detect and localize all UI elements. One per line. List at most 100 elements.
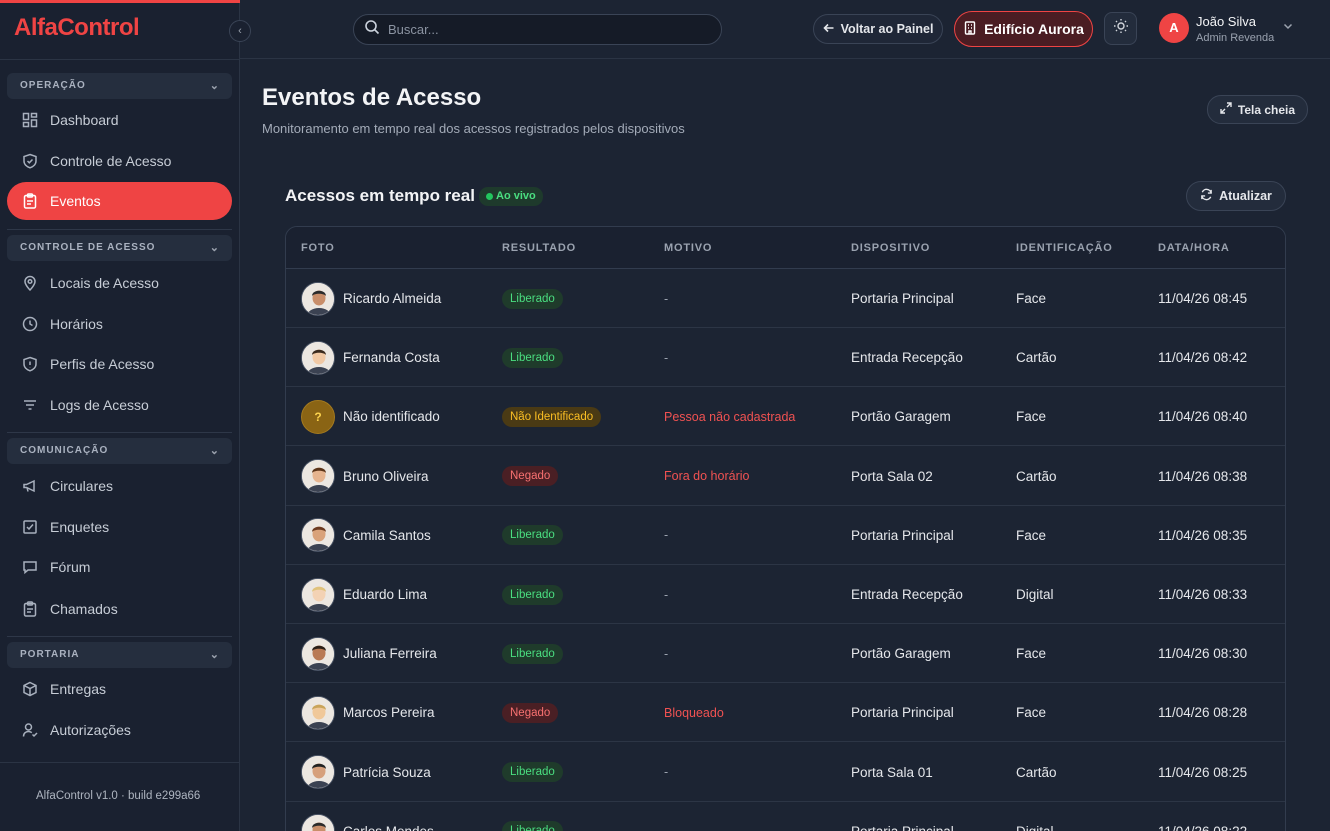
result-cell: Liberado xyxy=(502,565,563,624)
sidebar-item-label: Controle de Acesso xyxy=(50,153,172,169)
user-name[interactable]: João Silva xyxy=(1196,14,1256,29)
sidebar-item-entregas[interactable]: Entregas xyxy=(7,670,232,708)
datetime-cell: 11/04/26 08:45 xyxy=(1158,291,1248,306)
section-comunicacao[interactable]: COMUNICAÇÃO ⌄ xyxy=(7,438,232,464)
back-to-panel-button[interactable]: Voltar ao Painel xyxy=(813,14,943,44)
shield-icon xyxy=(21,152,39,170)
result-cell: Liberado xyxy=(502,802,563,831)
sidebar-item-locais-de-acesso[interactable]: Locais de Acesso xyxy=(7,264,232,302)
app-logo[interactable]: AlfaControl xyxy=(14,14,140,42)
events-table: FOTO RESULTADO MOTIVO DISPOSITIVO IDENTI… xyxy=(285,226,1286,831)
search-input[interactable] xyxy=(388,22,708,37)
person-photo xyxy=(301,695,335,730)
refresh-icon xyxy=(1200,188,1213,204)
sidebar-item-label: Eventos xyxy=(50,193,101,209)
chevron-down-icon: ⌄ xyxy=(209,649,220,661)
table-row[interactable]: Camila Santos Liberado - Portaria Principal… xyxy=(286,506,1285,565)
table-row[interactable]: Marcos Pereira Negado Bloqueado Portaria Pr… xyxy=(286,683,1285,743)
person-cell: Camila Santos xyxy=(301,506,431,565)
result-cell: Liberado xyxy=(502,506,563,565)
person-photo xyxy=(301,459,335,494)
sidebar-item-horarios[interactable]: Horários xyxy=(7,305,232,343)
device-cell: Portaria Principal xyxy=(851,291,954,306)
status-badge: Liberado xyxy=(502,525,563,546)
column-header[interactable]: FOTO xyxy=(301,242,335,254)
sidebar-item-label: Logs de Acesso xyxy=(50,397,149,413)
device-cell: Porta Sala 01 xyxy=(851,764,933,780)
table-row[interactable]: Fernanda Costa Liberado - Entrada Recepção C… xyxy=(286,328,1285,388)
reason-text: Bloqueado xyxy=(664,705,724,720)
identification-cell: Face xyxy=(1016,527,1047,543)
person-cell: Juliana Ferreira xyxy=(301,624,437,683)
table-row[interactable]: Juliana Ferreira Liberado - Portão Garagem F… xyxy=(286,624,1285,684)
building-selector-button[interactable]: Edifício Aurora xyxy=(954,11,1093,47)
sidebar-item-label: Horários xyxy=(50,316,103,332)
device-cell: Portaria Principal xyxy=(851,802,954,831)
sidebar-item-label: Entregas xyxy=(50,681,107,697)
reason-text: - xyxy=(664,528,669,543)
sidebar-item-controle-de-acesso[interactable]: Controle de Acesso xyxy=(7,142,232,180)
table-row[interactable]: Eduardo Lima Liberado - Entrada Recepção Dig… xyxy=(286,565,1285,624)
sidebar-item-logs-de-acesso[interactable]: Logs de Acesso xyxy=(7,386,232,424)
reason-text: Fora do horário xyxy=(664,469,750,484)
reason-cell: Fora do horário xyxy=(664,447,749,506)
result-cell: Liberado xyxy=(502,328,563,387)
section-title: COMUNICAÇÃO xyxy=(20,445,109,456)
status-badge: Liberado xyxy=(502,584,563,605)
column-header[interactable]: RESULTADO xyxy=(502,242,576,254)
chevron-down-icon: ⌄ xyxy=(209,80,220,92)
dashboard-icon xyxy=(21,111,39,129)
sidebar: AlfaControl OPERAÇÃO ⌄ Dashboard Controle… xyxy=(0,0,240,831)
datetime-cell: 11/04/26 08:35 xyxy=(1158,527,1248,543)
status-badge: Negado xyxy=(502,702,559,723)
section-controle-de-acesso[interactable]: CONTROLE DE ACESSO ⌄ xyxy=(7,235,232,261)
sidebar-item-chamados[interactable]: Chamados xyxy=(7,590,232,628)
table-row[interactable]: ? Não identificado Não Identificado Pessoa … xyxy=(286,387,1285,447)
identification-cell: Cartão xyxy=(1016,350,1057,366)
person-photo xyxy=(301,340,335,375)
page-title: Eventos de Acesso xyxy=(262,84,482,111)
sidebar-item-perfis-de-acesso[interactable]: Perfis de Acesso xyxy=(7,345,232,383)
sidebar-item-autorizacoes[interactable]: Autorizações xyxy=(7,711,232,749)
table-row[interactable]: Ricardo Almeida Liberado - Portaria Princip… xyxy=(286,269,1285,328)
section-portaria[interactable]: PORTARIA ⌄ xyxy=(7,642,232,668)
fullscreen-button[interactable]: Tela cheia xyxy=(1207,95,1308,124)
divider xyxy=(0,762,239,763)
theme-toggle-button[interactable] xyxy=(1104,12,1137,45)
accent-bar xyxy=(0,0,240,3)
table-row[interactable]: Bruno Oliveira Negado Fora do horário Porta… xyxy=(286,447,1285,506)
section-operacao[interactable]: OPERAÇÃO ⌄ xyxy=(7,73,232,99)
table-row[interactable]: Carlos Mendes Liberado - Portaria Principal… xyxy=(286,802,1285,831)
collapse-sidebar-button[interactable]: ‹ xyxy=(229,20,251,42)
reason-cell: Bloqueado xyxy=(664,683,724,742)
chevron-down-icon[interactable] xyxy=(1282,20,1294,35)
person-cell: Bruno Oliveira xyxy=(301,447,429,506)
column-header[interactable]: MOTIVO xyxy=(664,242,712,254)
result-cell: Negado xyxy=(502,683,559,742)
person-cell: Eduardo Lima xyxy=(301,565,427,624)
refresh-button[interactable]: Atualizar xyxy=(1186,181,1286,211)
column-header[interactable]: IDENTIFICAÇÃO xyxy=(1016,242,1113,254)
status-badge: Liberado xyxy=(502,347,563,368)
sidebar-item-eventos[interactable]: Eventos xyxy=(7,182,232,220)
reason-cell: - xyxy=(664,743,668,802)
map-pin-icon xyxy=(21,274,39,292)
table-row[interactable]: Patrícia Souza Liberado - Porta Sala 01 Cart… xyxy=(286,743,1285,802)
user-role: Admin Revenda xyxy=(1196,32,1275,44)
identification-cell: Digital xyxy=(1016,587,1054,602)
sidebar-item-circulares[interactable]: Circulares xyxy=(7,467,232,505)
user-avatar[interactable]: A xyxy=(1159,13,1189,43)
person-name: Não identificado xyxy=(343,409,440,425)
sidebar-item-dashboard[interactable]: Dashboard xyxy=(7,101,232,139)
clipboard-icon xyxy=(21,192,39,210)
divider xyxy=(0,59,239,60)
status-badge: Liberado xyxy=(502,288,563,309)
sun-icon xyxy=(1113,18,1129,39)
sidebar-item-forum[interactable]: Fórum xyxy=(7,548,232,586)
column-header[interactable]: DATA/HORA xyxy=(1158,242,1230,254)
sidebar-item-enquetes[interactable]: Enquetes xyxy=(7,508,232,546)
person-photo xyxy=(301,814,335,831)
column-header[interactable]: DISPOSITIVO xyxy=(851,242,930,254)
sidebar-item-label: Perfis de Acesso xyxy=(50,356,155,372)
search-box[interactable] xyxy=(353,14,722,45)
